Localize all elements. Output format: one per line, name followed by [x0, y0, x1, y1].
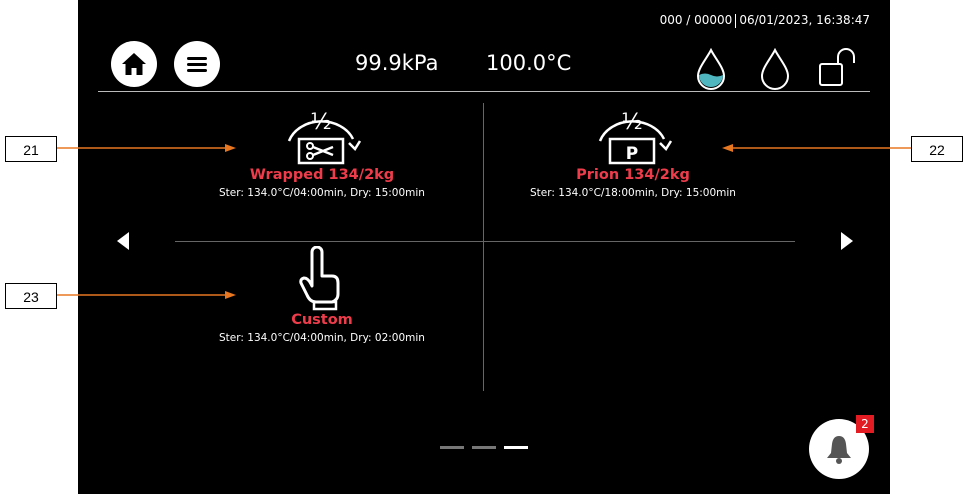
callout-22: 22: [911, 136, 963, 162]
callout-23: 23: [5, 283, 57, 309]
callout-22-arrowhead: [722, 144, 733, 152]
callout-23-arrowhead: [225, 291, 236, 299]
callout-leader-lines: [57, 144, 911, 299]
callout-21: 21: [5, 136, 57, 162]
callout-21-arrowhead: [225, 144, 236, 152]
